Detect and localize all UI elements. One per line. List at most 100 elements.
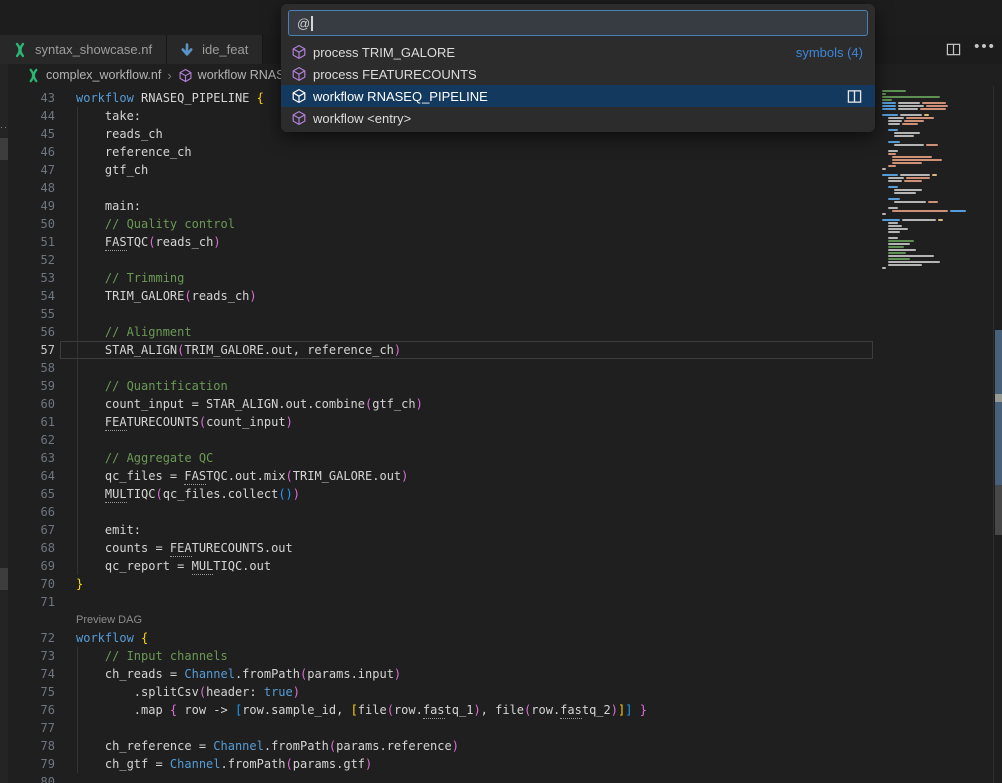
symbols-count-badge: symbols (4)	[796, 45, 863, 60]
minimap[interactable]	[878, 86, 993, 783]
line-number: 63	[8, 449, 55, 467]
split-editor-button[interactable]	[942, 39, 964, 61]
scrollbar-thumb[interactable]	[995, 330, 1002, 485]
line-number: 78	[8, 737, 55, 755]
code-line[interactable]: 54 TRIM_GALORE(reads_ch)	[8, 287, 993, 305]
quick-open-item-label: process FEATURECOUNTS	[313, 67, 477, 82]
line-content: .splitCsv(header: true)	[76, 683, 300, 701]
tab-ide-features[interactable]: ide_feat	[167, 35, 263, 64]
minimap-line	[888, 198, 993, 200]
code-line[interactable]: 69 qc_report = MULTIQC.out	[8, 557, 993, 575]
overflow-dots-icon: ··	[0, 122, 8, 132]
code-line[interactable]: 49 main:	[8, 197, 993, 215]
code-line[interactable]: 72workflow {	[8, 629, 993, 647]
line-content: STAR_ALIGN(TRIM_GALORE.out, reference_ch…	[76, 341, 401, 359]
minimap-line	[882, 90, 993, 92]
line-number: 67	[8, 521, 55, 539]
line-number: 64	[8, 467, 55, 485]
code-line[interactable]: 55	[8, 305, 993, 323]
code-line[interactable]: 67 emit:	[8, 521, 993, 539]
code-line[interactable]: 53 // Trimming	[8, 269, 993, 287]
code-line[interactable]: 57 STAR_ALIGN(TRIM_GALORE.out, reference…	[8, 341, 993, 359]
code-line[interactable]: 51 FASTQC(reads_ch)	[8, 233, 993, 251]
code-lines: 43workflow RNASEQ_PIPELINE {44 take:45 r…	[8, 89, 993, 783]
minimap-line	[882, 126, 993, 128]
line-number: 56	[8, 323, 55, 341]
quick-open-item[interactable]: process TRIM_GALORE symbols (4)	[281, 41, 875, 63]
code-line[interactable]: 80	[8, 773, 993, 783]
symbol-cube-icon	[291, 88, 307, 104]
minimap-line	[894, 189, 993, 191]
minimap-line	[882, 168, 993, 170]
line-content: // Quality control	[76, 215, 235, 233]
code-line[interactable]: 66	[8, 503, 993, 521]
line-content: ch_gtf = Channel.fromPath(params.gtf)	[76, 755, 372, 773]
codelens-preview-dag[interactable]: Preview DAG	[76, 614, 142, 626]
code-line[interactable]: 70}	[8, 575, 993, 593]
quick-open-input[interactable]: @	[288, 10, 868, 36]
minimap-line	[882, 99, 993, 101]
code-line[interactable]: 61 FEATURECOUNTS(count_input)	[8, 413, 993, 431]
line-content: count_input = STAR_ALIGN.out.combine(gtf…	[76, 395, 423, 413]
minimap-line	[888, 129, 993, 131]
scrollbar[interactable]	[993, 86, 1002, 783]
collapsed-panel-strip[interactable]: ··	[0, 64, 8, 783]
code-line[interactable]: 75 .splitCsv(header: true)	[8, 683, 993, 701]
minimap-line	[882, 183, 993, 185]
code-line[interactable]: 63 // Aggregate QC	[8, 449, 993, 467]
line-number: 76	[8, 701, 55, 719]
code-line[interactable]: 50 // Quality control	[8, 215, 993, 233]
quick-open-item[interactable]: process FEATURECOUNTS	[281, 63, 875, 85]
code-line[interactable]: 52	[8, 251, 993, 269]
line-number: 68	[8, 539, 55, 557]
code-line[interactable]: 73 // Input channels	[8, 647, 993, 665]
strip-marker	[0, 138, 8, 160]
line-content: workflow RNASEQ_PIPELINE {	[76, 89, 264, 107]
line-number: 53	[8, 269, 55, 287]
line-number: 73	[8, 647, 55, 665]
code-line[interactable]: 47 gtf_ch	[8, 161, 993, 179]
code-line[interactable]: 76 .map { row -> [row.sample_id, [file(r…	[8, 701, 993, 719]
code-line[interactable]: 56 // Alignment	[8, 323, 993, 341]
code-line[interactable]: 77	[8, 719, 993, 737]
minimap-line	[882, 174, 993, 176]
more-actions-button[interactable]: •••	[974, 39, 996, 61]
line-content: // Aggregate QC	[76, 449, 213, 467]
tab-syntax-showcase[interactable]: syntax_showcase.nf	[0, 35, 167, 64]
arrow-down-file-icon	[179, 42, 195, 58]
code-line[interactable]: 62	[8, 431, 993, 449]
code-line[interactable]: 59 // Quantification	[8, 377, 993, 395]
code-line[interactable]: 58	[8, 359, 993, 377]
line-content: take:	[76, 107, 141, 125]
open-to-side-icon[interactable]	[846, 89, 863, 104]
quick-open-item[interactable]: workflow <entry>	[281, 107, 875, 129]
minimap-line	[888, 153, 993, 155]
line-content: FEATURECOUNTS(count_input)	[76, 413, 293, 431]
line-content: // Quantification	[76, 377, 228, 395]
minimap-line	[888, 255, 993, 257]
code-line[interactable]: 60 count_input = STAR_ALIGN.out.combine(…	[8, 395, 993, 413]
symbol-cube-icon	[291, 66, 307, 82]
code-line[interactable]: 71	[8, 593, 993, 611]
code-line[interactable]: 78 ch_reference = Channel.fromPath(param…	[8, 737, 993, 755]
code-line[interactable]: 65 MULTIQC(qc_files.collect())	[8, 485, 993, 503]
breadcrumb-separator: ›	[166, 68, 172, 83]
minimap-line	[888, 117, 993, 119]
code-line[interactable]: 74 ch_reads = Channel.fromPath(params.in…	[8, 665, 993, 683]
quick-open-item[interactable]: workflow RNASEQ_PIPELINE	[281, 85, 875, 107]
line-number: 50	[8, 215, 55, 233]
quick-open-item-label: process TRIM_GALORE	[313, 45, 455, 60]
minimap-line	[888, 237, 993, 239]
line-number: 54	[8, 287, 55, 305]
code-line[interactable]: 46 reference_ch	[8, 143, 993, 161]
code-line[interactable]: 48	[8, 179, 993, 197]
code-line[interactable]: 64 qc_files = FASTQC.out.mix(TRIM_GALORE…	[8, 467, 993, 485]
code-editor[interactable]: 43workflow RNASEQ_PIPELINE {44 take:45 r…	[8, 86, 993, 783]
minimap-line	[882, 234, 993, 236]
code-line[interactable]: 68 counts = FEATURECOUNTS.out	[8, 539, 993, 557]
minimap-line	[888, 264, 993, 266]
breadcrumb-file[interactable]: complex_workflow.nf	[46, 68, 161, 82]
line-content: FASTQC(reads_ch)	[76, 233, 221, 251]
line-number: 59	[8, 377, 55, 395]
code-line[interactable]: 79 ch_gtf = Channel.fromPath(params.gtf)	[8, 755, 993, 773]
